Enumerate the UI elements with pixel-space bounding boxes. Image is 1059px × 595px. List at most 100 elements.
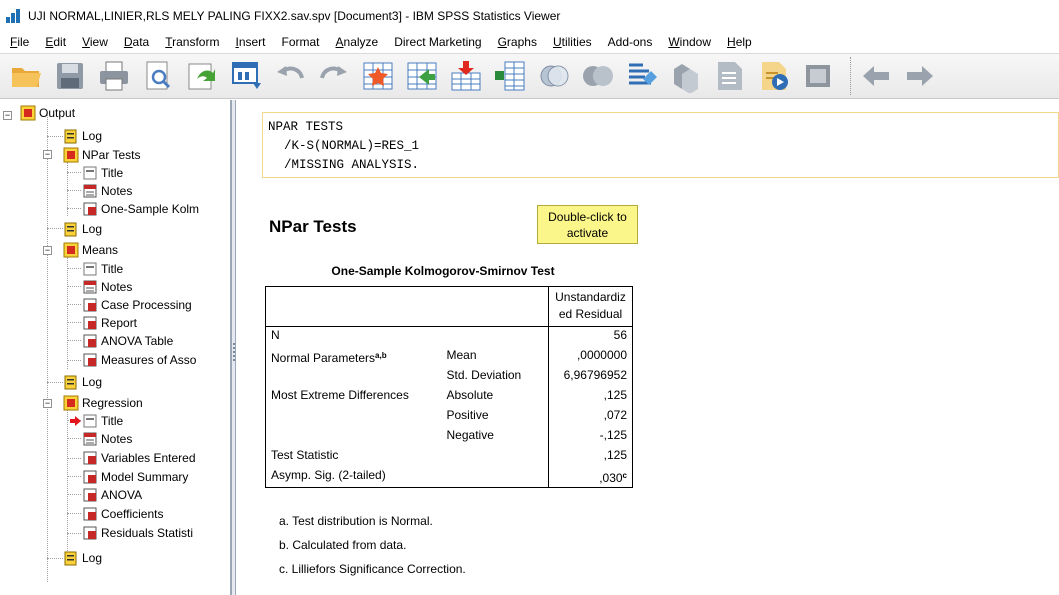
output-heading[interactable]: NPar Tests (269, 217, 357, 237)
dialog-recall-icon[interactable] (228, 58, 264, 94)
menu-edit[interactable]: Edit (37, 35, 74, 49)
pivot-table-icon (83, 488, 97, 502)
pivot-table-icon (83, 202, 97, 216)
outline-regression-residuals[interactable]: Residuals Statisti (82, 524, 193, 542)
menu-add-ons[interactable]: Add-ons (600, 35, 661, 49)
outline-means-case-processing[interactable]: Case Processing (82, 296, 192, 314)
collapse-means-toggle[interactable]: − (43, 246, 52, 255)
open-folder-icon[interactable] (8, 58, 44, 94)
pivot-table-icon (83, 298, 97, 312)
menu-file[interactable]: File (2, 35, 37, 49)
outline-log[interactable]: Log (63, 373, 102, 391)
notes-icon (83, 184, 97, 198)
table-title: One-Sample Kolmogorov-Smirnov Test (331, 264, 555, 278)
outline-npar-ks-table[interactable]: One-Sample Kolm (82, 200, 199, 218)
spss-app-icon (6, 8, 22, 23)
syntax-log-block[interactable]: NPAR TESTS /K-S(NORMAL)=RES_1 /MISSING A… (262, 112, 1059, 178)
outline-means[interactable]: Means (63, 241, 118, 259)
redo-icon[interactable] (316, 58, 352, 94)
title-icon (83, 414, 97, 428)
outline-means-notes[interactable]: Notes (82, 278, 132, 296)
menu-help[interactable]: Help (719, 35, 760, 49)
outline-output[interactable]: Output (20, 104, 75, 122)
folder-book-icon (63, 147, 79, 163)
spelling-icon[interactable] (800, 58, 836, 94)
value-labels-icon[interactable] (624, 58, 660, 94)
run-script-icon[interactable] (756, 58, 792, 94)
footnote-b: b. Calculated from data. (279, 538, 407, 552)
menu-bar: File Edit View Data Transform Insert For… (0, 31, 1059, 53)
collapse-npar-toggle[interactable]: − (43, 150, 52, 159)
log-icon (64, 375, 77, 390)
outline-regression-model-summary[interactable]: Model Summary (82, 468, 188, 486)
outline-regression-coefficients[interactable]: Coefficients (82, 505, 163, 523)
outline-npar-notes[interactable]: Notes (82, 182, 132, 200)
go-to-variable-icon[interactable] (404, 58, 440, 94)
menu-data[interactable]: Data (116, 35, 157, 49)
outline-npar-title[interactable]: Title (82, 164, 123, 182)
outline-means-measures[interactable]: Measures of Asso (82, 351, 196, 369)
table-row: N 56 (265, 326, 633, 347)
use-variable-sets-icon[interactable] (668, 58, 704, 94)
output-content-pane: NPAR TESTS /K-S(NORMAL)=RES_1 /MISSING A… (237, 100, 1059, 595)
outline-regression-title[interactable]: Title (70, 412, 123, 430)
outline-log[interactable]: Log (63, 220, 102, 238)
window-title: UJI NORMAL,LINIER,RLS MELY PALING FIXX2.… (28, 8, 561, 23)
undo-icon[interactable] (272, 58, 308, 94)
log-icon (64, 222, 77, 237)
save-icon[interactable] (52, 58, 88, 94)
table-row: Positive ,072 (265, 406, 633, 427)
menu-analyze[interactable]: Analyze (328, 35, 387, 49)
outline-npar-tests[interactable]: NPar Tests (63, 146, 140, 164)
collapse-regression-toggle[interactable]: − (43, 399, 52, 408)
weight-cases-icon[interactable] (536, 58, 572, 94)
footnote-a: a. Test distribution is Normal. (279, 514, 433, 528)
forward-arrow-icon[interactable] (902, 58, 938, 94)
syntax-line: /K-S(NORMAL)=RES_1 (284, 139, 420, 153)
title-icon (83, 262, 97, 276)
show-all-variables-icon[interactable] (712, 58, 748, 94)
title-bar: UJI NORMAL,LINIER,RLS MELY PALING FIXX2.… (0, 0, 1059, 31)
menu-view[interactable]: View (74, 35, 116, 49)
outline-regression-notes[interactable]: Notes (82, 430, 132, 448)
menu-window[interactable]: Window (660, 35, 719, 49)
notes-icon (83, 432, 97, 446)
outline-log[interactable]: Log (63, 549, 102, 567)
table-row: Test Statistic ,125 (265, 446, 633, 467)
syntax-line: NPAR TESTS (268, 120, 344, 134)
menu-utilities[interactable]: Utilities (545, 35, 600, 49)
back-arrow-icon[interactable] (858, 58, 894, 94)
header-corner-cell (265, 286, 549, 327)
current-item-arrow-icon (70, 416, 81, 426)
print-icon[interactable] (96, 58, 132, 94)
pivot-table-icon (83, 316, 97, 330)
outline-means-title[interactable]: Title (82, 260, 123, 278)
outline-log[interactable]: Log (63, 127, 102, 145)
split-file-icon[interactable] (492, 58, 528, 94)
collapse-output-toggle[interactable]: − (3, 111, 12, 120)
syntax-line: /MISSING ANALYSIS. (284, 158, 420, 172)
outline-regression-anova[interactable]: ANOVA (82, 486, 142, 504)
export-icon[interactable] (184, 58, 220, 94)
menu-transform[interactable]: Transform (157, 35, 227, 49)
table-row: Std. Deviation 6,96796952 (265, 366, 633, 387)
log-icon (64, 129, 77, 144)
ks-test-table[interactable]: Unstandardiz ed Residual N 56 Normal Para… (265, 286, 633, 488)
pane-splitter[interactable] (231, 100, 236, 595)
output-book-icon (20, 105, 36, 121)
outline-regression-variables[interactable]: Variables Entered (82, 449, 196, 467)
pivot-table-icon (83, 507, 97, 521)
notes-icon (83, 280, 97, 294)
select-cases-icon[interactable] (580, 58, 616, 94)
insert-cases-icon[interactable] (448, 58, 484, 94)
menu-graphs[interactable]: Graphs (490, 35, 545, 49)
outline-means-report[interactable]: Report (82, 314, 137, 332)
outline-means-anova-table[interactable]: ANOVA Table (82, 332, 173, 350)
menu-direct-marketing[interactable]: Direct Marketing (386, 35, 489, 49)
go-to-case-icon[interactable] (360, 58, 396, 94)
log-icon (64, 551, 77, 566)
outline-regression[interactable]: Regression (63, 394, 143, 412)
menu-format[interactable]: Format (274, 35, 328, 49)
print-preview-icon[interactable] (140, 58, 176, 94)
menu-insert[interactable]: Insert (227, 35, 273, 49)
